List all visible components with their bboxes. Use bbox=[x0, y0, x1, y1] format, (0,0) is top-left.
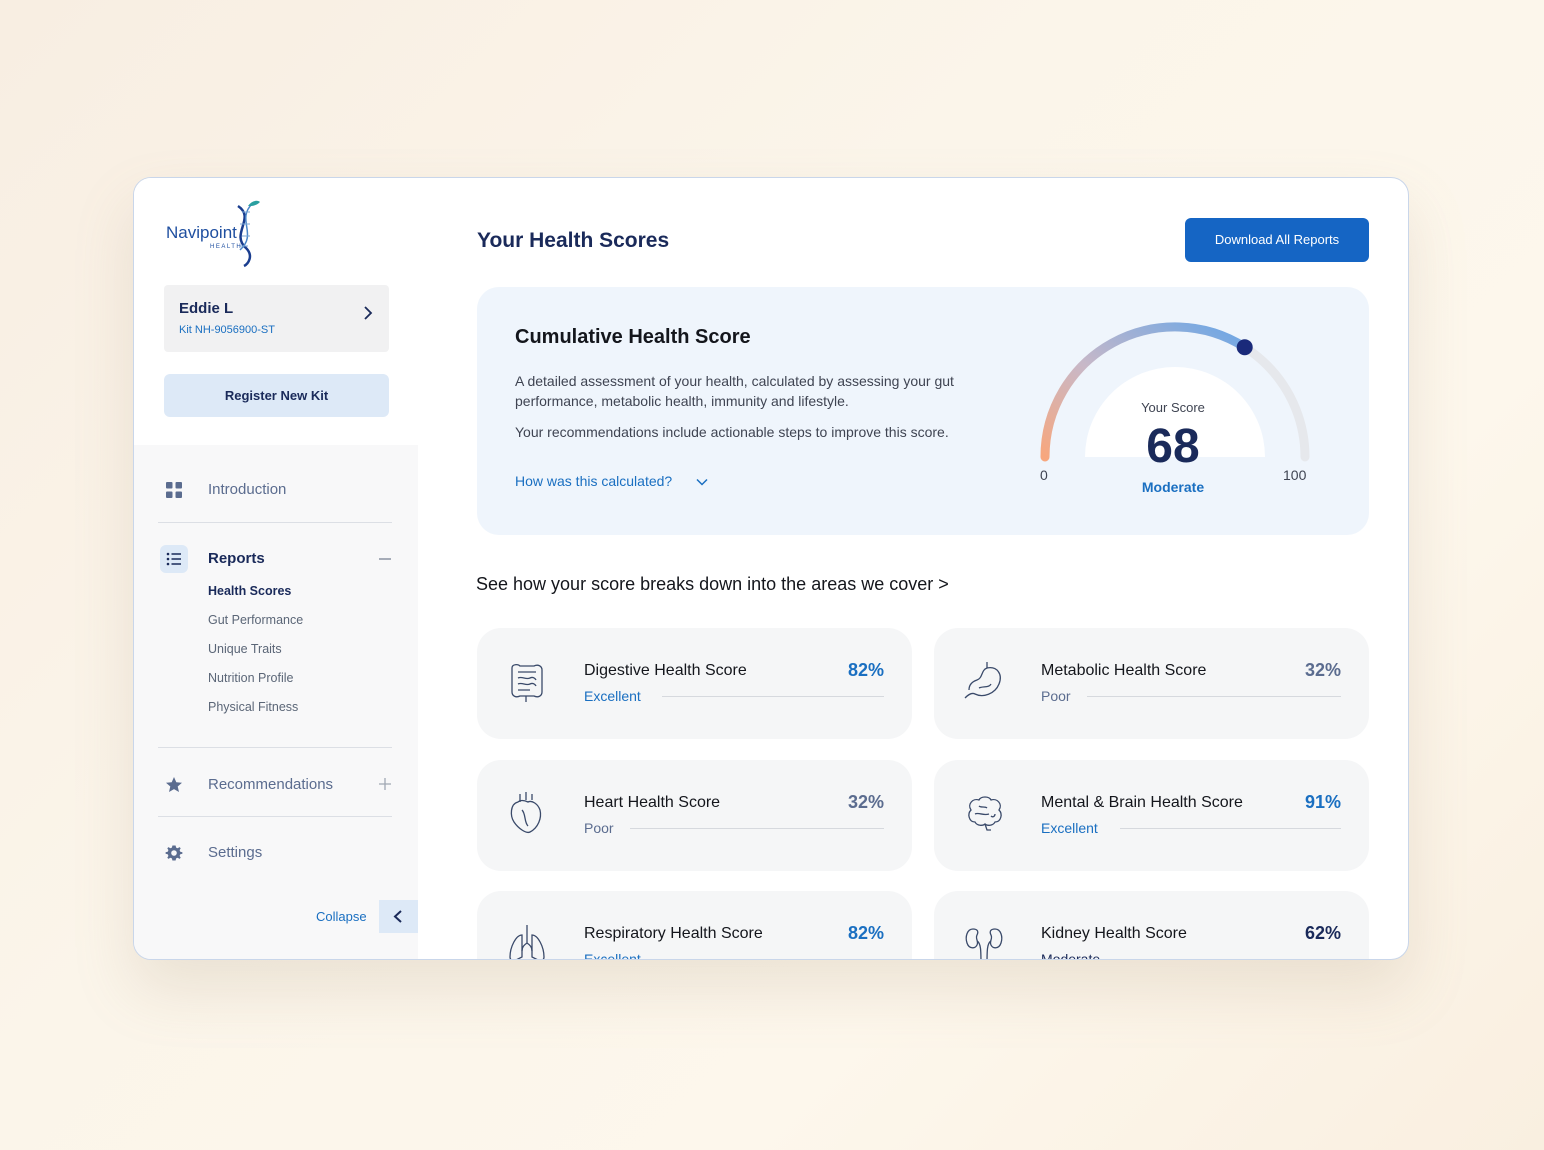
nav-item-reports[interactable]: Reports bbox=[160, 540, 394, 576]
nav-label-recommendations: Recommendations bbox=[208, 776, 334, 793]
score-status: Excellent bbox=[584, 951, 641, 960]
gauge-status: Moderate bbox=[1141, 479, 1205, 495]
score-percent: 62% bbox=[1304, 923, 1341, 943]
nav-label-introduction: Introduction bbox=[208, 481, 287, 498]
score-name: Digestive Health Score bbox=[584, 662, 747, 679]
list-icon bbox=[160, 545, 188, 573]
score-divider bbox=[630, 828, 884, 829]
user-name: Eddie L bbox=[179, 300, 234, 317]
chevron-right-icon bbox=[364, 306, 373, 320]
cumulative-score-card: Cumulative Health Score A detailed asses… bbox=[477, 287, 1369, 535]
score-card-kidney[interactable]: Kidney Health Score 62% Moderate bbox=[934, 891, 1369, 960]
kidney-icon bbox=[965, 928, 1003, 959]
score-divider bbox=[662, 959, 884, 960]
score-percent: 82% bbox=[847, 660, 884, 680]
score-percent: 32% bbox=[847, 792, 884, 812]
minus-icon[interactable] bbox=[378, 552, 392, 566]
how-calculated-link[interactable]: How was this calculated? bbox=[515, 473, 672, 489]
gauge-marker bbox=[1236, 339, 1253, 356]
score-name: Kidney Health Score bbox=[1041, 925, 1187, 942]
score-divider bbox=[1087, 696, 1341, 697]
score-name: Metabolic Health Score bbox=[1041, 662, 1207, 679]
subnav-gut-performance[interactable]: Gut Performance bbox=[208, 613, 303, 627]
subnav-nutrition-profile[interactable]: Nutrition Profile bbox=[208, 671, 293, 685]
navipoint-logo[interactable]: Navipoint HEALTH bbox=[166, 198, 276, 268]
heart-organ-icon bbox=[510, 792, 542, 834]
chevron-left-icon bbox=[393, 910, 402, 923]
score-status: Excellent bbox=[584, 688, 641, 704]
gauge-score-value: 68 bbox=[1146, 420, 1200, 473]
nav-item-recommendations[interactable]: Recommendations bbox=[160, 766, 394, 802]
brain-icon bbox=[968, 796, 1002, 831]
nav-item-settings[interactable]: Settings bbox=[160, 834, 394, 870]
breakdown-link[interactable]: See how your score breaks down into the … bbox=[476, 574, 949, 595]
cumulative-title: Cumulative Health Score bbox=[515, 326, 751, 348]
collapse-button[interactable] bbox=[379, 900, 418, 933]
score-divider bbox=[662, 696, 884, 697]
page-title: Your Health Scores bbox=[477, 229, 670, 252]
register-kit-button[interactable]: Register New Kit bbox=[164, 374, 389, 417]
score-percent: 82% bbox=[847, 923, 884, 943]
nav-item-introduction[interactable]: Introduction bbox=[160, 471, 394, 507]
score-name: Mental & Brain Health Score bbox=[1041, 794, 1243, 811]
cumulative-description-2: Your recommendations include actionable … bbox=[515, 424, 949, 440]
score-status: Poor bbox=[584, 820, 614, 836]
svg-text:HEALTH: HEALTH bbox=[210, 244, 242, 250]
score-status: Excellent bbox=[1041, 820, 1098, 836]
score-percent: 91% bbox=[1304, 792, 1341, 812]
intestine-icon bbox=[511, 664, 543, 702]
score-card-heart[interactable]: Heart Health Score 32% Poor bbox=[477, 760, 912, 871]
subnav-physical-fitness[interactable]: Physical Fitness bbox=[208, 700, 298, 714]
divider bbox=[158, 522, 392, 523]
stomach-icon bbox=[964, 662, 1001, 699]
plus-icon[interactable] bbox=[378, 777, 392, 791]
score-percent: 32% bbox=[1304, 660, 1341, 680]
score-name: Heart Health Score bbox=[584, 794, 721, 811]
collapse-label[interactable]: Collapse bbox=[316, 909, 367, 924]
nav-label-reports: Reports bbox=[208, 550, 265, 567]
sidebar: Navipoint HEALTH Eddie L Kit NH-9056900-… bbox=[134, 178, 418, 959]
gear-icon bbox=[165, 845, 183, 861]
score-divider bbox=[1120, 828, 1341, 829]
main-content: Your Health Scores Download All Reports … bbox=[418, 178, 1408, 959]
svg-text:Navipoint: Navipoint bbox=[166, 223, 237, 242]
subnav-health-scores[interactable]: Health Scores bbox=[208, 584, 291, 598]
app-window: Navipoint HEALTH Eddie L Kit NH-9056900-… bbox=[133, 177, 1409, 960]
gauge-max: 100 bbox=[1283, 467, 1307, 483]
score-card-metabolic[interactable]: Metabolic Health Score 32% Poor bbox=[934, 628, 1369, 739]
score-divider bbox=[1124, 959, 1341, 960]
subnav-unique-traits[interactable]: Unique Traits bbox=[208, 642, 282, 656]
chevron-down-icon[interactable] bbox=[695, 475, 709, 489]
nav-label-settings: Settings bbox=[208, 844, 263, 861]
gauge-label: Your Score bbox=[1141, 400, 1205, 415]
download-reports-button[interactable]: Download All Reports bbox=[1185, 218, 1369, 262]
grid-icon bbox=[166, 482, 182, 498]
user-card[interactable]: Eddie L Kit NH-9056900-ST bbox=[164, 285, 389, 352]
sidebar-header: Navipoint HEALTH Eddie L Kit NH-9056900-… bbox=[134, 178, 418, 445]
score-status: Poor bbox=[1041, 688, 1071, 704]
divider bbox=[158, 816, 392, 817]
score-card-digestive[interactable]: Digestive Health Score 82% Excellent bbox=[477, 628, 912, 739]
user-kit-id: Kit NH-9056900-ST bbox=[179, 324, 275, 336]
star-icon bbox=[166, 777, 182, 792]
divider bbox=[158, 747, 392, 748]
score-card-respiratory[interactable]: Respiratory Health Score 82% Excellent bbox=[477, 891, 912, 960]
gauge-min: 0 bbox=[1040, 467, 1048, 483]
score-name: Respiratory Health Score bbox=[584, 925, 763, 942]
cumulative-description: A detailed assessment of your health, ca… bbox=[515, 373, 954, 409]
lungs-icon bbox=[509, 925, 545, 959]
score-card-mental-brain[interactable]: Mental & Brain Health Score 91% Excellen… bbox=[934, 760, 1369, 871]
score-status: Moderate bbox=[1041, 951, 1101, 960]
